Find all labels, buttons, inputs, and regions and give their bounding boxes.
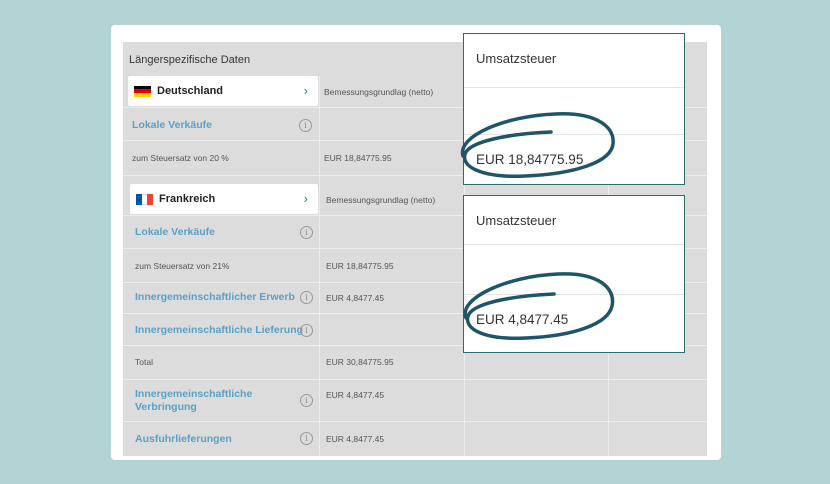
total-amount: EUR 30,84775.95	[326, 357, 394, 367]
info-icon[interactable]: i	[300, 324, 313, 337]
transfer-link[interactable]: Innergemeinschaftliche Verbringung	[135, 388, 252, 414]
local-sales-link[interactable]: Lokale Verkäufe	[132, 119, 212, 132]
column-divider	[319, 76, 320, 456]
country-name: Deutschland	[157, 85, 224, 97]
row-divider	[123, 379, 707, 380]
local-sales-link[interactable]: Lokale Verkäufe	[135, 226, 215, 239]
france-flag-icon	[136, 193, 154, 205]
country-selector-germany[interactable]: Deutschland ›	[128, 76, 318, 106]
total-label: Total	[135, 357, 153, 367]
callout-header: Umsatzsteuer	[476, 51, 557, 66]
transfer-label-line2: Verbringung	[135, 401, 197, 413]
chevron-right-icon[interactable]: ›	[304, 191, 308, 206]
tax-rate-label: zum Steuersatz von 21%	[135, 261, 230, 271]
acquisition-link[interactable]: Innergemeinschaftlicher Erwerb	[135, 291, 295, 304]
highlight-scribble	[463, 272, 615, 340]
tax-rate-amount: EUR 18,84775.95	[326, 261, 394, 271]
flag-stripe	[134, 92, 151, 97]
chevron-right-icon[interactable]: ›	[304, 83, 308, 98]
export-amount: EUR 4,8477.45	[326, 434, 385, 444]
germany-flag-icon	[134, 85, 151, 97]
column-header: Bemessungsgrundlag (netto)	[324, 87, 434, 97]
flag-stripe	[147, 193, 154, 205]
transfer-label-line1: Innergemeinschaftliche	[135, 388, 253, 400]
country-name: Frankreich	[159, 193, 216, 205]
export-link[interactable]: Ausfuhrlieferungen	[135, 433, 232, 446]
callout-divider	[464, 244, 684, 245]
delivery-link[interactable]: Innergemeinschaftliche Lieferung	[135, 324, 303, 337]
info-icon[interactable]: i	[300, 394, 313, 407]
country-selector-france[interactable]: Frankreich ›	[130, 184, 318, 214]
info-icon[interactable]: i	[300, 226, 313, 239]
highlight-scribble	[460, 112, 615, 178]
callout-header: Umsatzsteuer	[476, 213, 557, 228]
acquisition-amount: EUR 4,8477.45	[326, 293, 385, 303]
transfer-amount: EUR 4,8477.45	[326, 390, 385, 400]
tax-rate-label: zum Steuersatz von 20 %	[132, 153, 229, 163]
info-icon[interactable]: i	[299, 119, 312, 132]
info-icon[interactable]: i	[300, 291, 313, 304]
callout-divider	[464, 87, 684, 88]
column-header: Bemessungsgrundlag (netto)	[326, 195, 436, 205]
tax-rate-amount: EUR 18,84775.95	[324, 153, 392, 163]
row-divider	[123, 421, 707, 422]
info-icon[interactable]: i	[300, 432, 313, 445]
panel-title: Längerspezifische Daten	[129, 54, 251, 66]
